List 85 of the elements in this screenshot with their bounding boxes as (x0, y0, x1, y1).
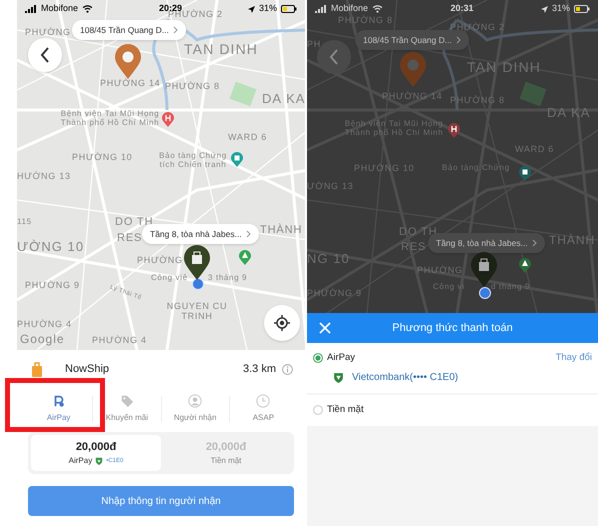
payment-method-label: AirPay (68, 455, 92, 468)
chevron-right-icon (456, 36, 461, 44)
chevron-left-icon (40, 47, 50, 63)
hospital-pin-icon (162, 112, 174, 127)
shopping-bag-icon (31, 361, 43, 377)
carrier-name: Mobifone (331, 2, 368, 15)
amount-text: 20,000đ (76, 440, 116, 455)
battery-icon (574, 5, 590, 13)
wifi-icon (372, 5, 384, 13)
map-label: PHƯỜNG 9 (25, 281, 80, 291)
location-arrow-icon (248, 6, 255, 12)
signal-icon (315, 5, 327, 13)
map-label: Công viê (151, 274, 188, 283)
map-label: Bảo tàng Chứng tích Chiến tranh (158, 152, 228, 170)
map-label: 3 tháng 9 (208, 274, 248, 283)
payment-method-label: Tiền mặt (327, 403, 364, 418)
map-label: THÀNH (260, 224, 302, 236)
hospital-pin-icon (448, 123, 460, 138)
chevron-right-icon (172, 26, 178, 34)
change-link[interactable]: Thay đổi (556, 351, 592, 366)
street-map-drawing[interactable] (307, 0, 598, 313)
battery-percent: 31% (258, 2, 277, 16)
location-pin-icon (114, 44, 142, 80)
map-label: PHƯỜNG (137, 256, 183, 266)
payment-method-row[interactable]: Tiền mặt (307, 395, 598, 426)
address-callout[interactable]: Tầng 8, tòa nhà Jabes... (428, 233, 545, 253)
park-pin-icon (239, 250, 251, 265)
tag-icon (120, 394, 134, 408)
radio-button[interactable] (313, 353, 323, 364)
shield-icon (333, 372, 344, 384)
battery-icon (281, 5, 297, 13)
option-tab[interactable]: Khuyến mãi (93, 394, 160, 424)
radio-button[interactable] (313, 405, 323, 416)
map-label: ƯỜNG 10 (17, 240, 84, 254)
option-tab[interactable]: AirPay (25, 394, 92, 424)
map-label: PHƯỜNG 8 (165, 82, 220, 92)
chevron-right-icon (532, 239, 537, 247)
map-label: WARD 6 (228, 133, 267, 143)
distance-text: 3.3 km (242, 362, 276, 377)
wifi-icon (82, 5, 94, 13)
service-name: NowShip (65, 362, 110, 377)
map-label: NGUYEN CU TRINH (166, 302, 228, 322)
payment-method-label: AirPay (327, 351, 355, 365)
museum-pin-icon (231, 152, 243, 167)
shopping-bag-pin-icon (470, 252, 498, 288)
map-label: Bệnh viện Tai Mũi Họng Thành phố Hồ Chí Minh (60, 110, 160, 128)
park-pin-icon (519, 258, 531, 273)
info-icon (282, 364, 293, 374)
person-icon (188, 394, 202, 408)
close-button[interactable] (317, 320, 333, 336)
address-callout[interactable]: Tầng 8, tòa nhà Jabes... (142, 224, 259, 244)
option-tab[interactable]: ASAP (230, 394, 297, 424)
museum-pin-icon (519, 166, 531, 181)
address-callout[interactable]: 108/45 Trần Quang D... (355, 30, 469, 50)
option-tab[interactable]: Người nhận (162, 394, 229, 424)
map-label: PHƯỜNG 4 (17, 320, 72, 330)
map-label: PHƯỜNG 4 (92, 336, 147, 346)
location-arrow-icon (540, 6, 548, 12)
address-callout[interactable]: 108/45 Trần Quang D... (72, 20, 186, 40)
sheet-title: Phương thức thanh toán (392, 320, 513, 336)
map-label: 115 (17, 218, 32, 227)
crosshair-icon (274, 315, 290, 331)
status-time: 20:31 (450, 2, 474, 16)
signal-icon (25, 5, 37, 13)
chevron-left-icon (329, 49, 339, 65)
map-label: PHƯỜNG 10 (72, 153, 132, 163)
map-label: PHƯỜNG (25, 28, 71, 38)
recipient-info-button[interactable]: Nhập thông tin người nhận (28, 486, 294, 516)
map-label: HƯỜNG 13 (17, 172, 71, 182)
close-icon (319, 322, 331, 334)
shield-icon (95, 457, 104, 466)
clock-icon (256, 394, 270, 408)
location-pin-icon (399, 52, 427, 88)
battery-percent: 31% (552, 2, 570, 16)
airpay-logo-icon (52, 394, 66, 408)
map-label: PHƯỜNG 2 (168, 10, 223, 20)
map-label: TAN DINH (184, 42, 258, 58)
bank-account-text: Vietcombank(•••• C1E0) (352, 371, 458, 386)
carrier-name: Mobifone (41, 2, 78, 16)
payment-method-row[interactable]: AirPay Thay đổi Vietcombank(•••• C1E0) (307, 343, 598, 394)
payment-method-label: Tiền mặt (210, 455, 242, 468)
map-label: Google (20, 333, 64, 346)
chevron-right-icon (246, 230, 251, 238)
map-label: PHƯỜNG 14 (100, 79, 160, 89)
map-label: RES (117, 232, 142, 244)
